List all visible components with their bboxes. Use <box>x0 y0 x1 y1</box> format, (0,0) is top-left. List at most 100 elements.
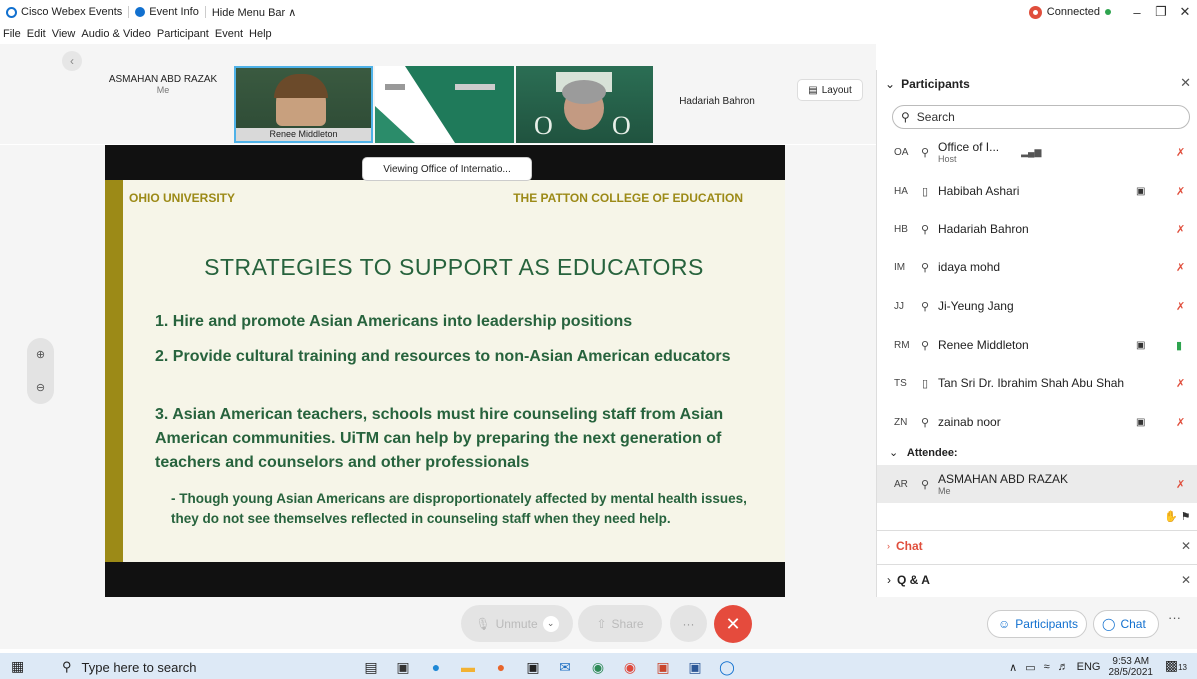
info-icon <box>135 7 146 17</box>
chevron-down-icon: ⌄ <box>889 447 899 459</box>
participant-row[interactable]: HB ⚲ Hadariah Bahron ✗ <box>877 210 1197 248</box>
store-icon[interactable]: ▣ <box>392 656 414 678</box>
audio-icon: ⚲ <box>920 300 930 313</box>
raise-hand-icon[interactable]: ✋ ⚑ <box>1164 510 1191 523</box>
participant-row[interactable]: RM ⚲ Renee Middleton ▣ ▮ <box>877 326 1197 364</box>
connection-status[interactable]: Connected <box>1028 5 1111 19</box>
layout-button[interactable]: ▤ Layout <box>797 79 863 101</box>
chevron-down-icon[interactable]: ⌄ <box>542 615 559 632</box>
amazon-icon[interactable]: ▣ <box>522 656 544 678</box>
tray-chevron-up-icon[interactable]: ∧ <box>1009 661 1017 674</box>
firefox-icon[interactable]: ● <box>490 656 512 678</box>
minimize-button[interactable]: – <box>1125 0 1149 24</box>
mic-muted-icon: ✗ <box>1176 261 1186 274</box>
notification-center-icon[interactable]: ▩13 <box>1165 657 1187 674</box>
participant-row[interactable]: JJ ⚲ Ji-Yeung Jang ✗ <box>877 287 1197 325</box>
windows-start-icon[interactable]: ▦ <box>11 658 24 675</box>
layout-icon: ▤ <box>808 84 818 96</box>
webex-taskbar-icon[interactable]: ◯ <box>716 656 738 678</box>
word-icon[interactable]: ▣ <box>684 656 706 678</box>
event-info-button[interactable]: Event Info <box>129 0 205 24</box>
share-button[interactable]: ⇧ Share <box>578 605 662 642</box>
participants-button[interactable]: ☺ Participants <box>987 610 1087 638</box>
menu-file[interactable]: File <box>0 28 24 40</box>
active-speaker-tile[interactable]: Renee Middleton <box>234 66 373 143</box>
avatar: HB <box>894 223 908 235</box>
phone-icon: ▯ <box>921 185 929 198</box>
viewing-label: Viewing Office of Internatio... <box>362 157 532 181</box>
participant-tile-hadariah[interactable]: Hadariah Bahron <box>655 66 779 143</box>
menu-audio-video[interactable]: Audio & Video <box>78 28 154 40</box>
close-icon: ✕ <box>725 613 741 634</box>
grammarly-icon[interactable]: ◉ <box>587 656 609 678</box>
more-panels-button[interactable]: ··· <box>1168 610 1181 625</box>
menu-participant[interactable]: Participant <box>154 28 212 40</box>
participants-panel-header[interactable]: ⌄ Participants <box>885 73 1197 95</box>
close-chat-icon[interactable]: ✕ <box>1181 539 1191 553</box>
leave-meeting-button[interactable]: ✕ <box>714 605 752 643</box>
mic-muted-icon: ✗ <box>1176 146 1186 159</box>
self-video-tile[interactable]: ASMAHAN ABD RAZAK Me <box>94 66 232 116</box>
restore-button[interactable]: ❐ <box>1149 0 1173 24</box>
participant-row[interactable]: IM ⚲ idaya mohd ✗ <box>877 248 1197 286</box>
slide-header-right: THE PATTON COLLEGE OF EDUCATION <box>513 191 743 205</box>
mail-icon[interactable]: ✉ <box>554 656 576 678</box>
mic-muted-icon: ✗ <box>1176 377 1186 390</box>
svg-text:O: O <box>612 111 631 140</box>
edge-icon[interactable]: ● <box>425 656 447 678</box>
slide-point-2: 2. Provide cultural training and resourc… <box>155 348 731 365</box>
chrome-icon[interactable]: ◉ <box>619 656 641 678</box>
participant-row[interactable]: OA ⚲ Office of I... Host ▂▄▆ ✗ <box>877 133 1197 171</box>
presentation-slide: OHIO UNIVERSITY THE PATTON COLLEGE OF ED… <box>105 180 785 562</box>
close-panel-button[interactable]: ✕ <box>1180 75 1191 91</box>
mic-muted-icon: ✗ <box>1176 478 1186 491</box>
shared-slide-tile[interactable] <box>375 66 514 143</box>
chat-button[interactable]: ◯ Chat <box>1093 610 1159 638</box>
host-video-tile[interactable]: O O <box>516 66 653 143</box>
search-icon: ⚲ <box>62 659 72 674</box>
slide-thumbnail-icon <box>375 66 514 143</box>
video-prev-button[interactable]: ‹ <box>62 51 82 71</box>
volume-icon[interactable]: ♬ <box>1058 661 1069 673</box>
connection-icon <box>1028 5 1042 19</box>
qa-section[interactable]: › Q & A ✕ <box>877 564 1197 594</box>
chat-section[interactable]: › Chat ✕ <box>877 530 1197 560</box>
participant-row[interactable]: TS ▯ Tan Sri Dr. Ibrahim Shah Abu Shah ✗ <box>877 364 1197 402</box>
participant-row[interactable]: HA ▯ Habibah Ashari ▣ ✗ <box>877 172 1197 210</box>
menu-help[interactable]: Help <box>246 28 275 40</box>
clock[interactable]: 9:53 AM 28/5/2021 <box>1109 656 1154 678</box>
zoom-controls: ⊕ ⊖ <box>27 338 54 404</box>
app-title: Cisco Webex Events <box>0 0 128 24</box>
ohio-logo-icon: O O <box>534 72 631 140</box>
participant-row[interactable]: ZN ⚲ zainab noor ▣ ✗ <box>877 403 1197 441</box>
participant-search-input[interactable]: ⚲ Search <box>892 105 1190 129</box>
avatar: JJ <box>894 300 904 312</box>
attendee-section-header[interactable]: ⌄ Attendee: <box>889 446 958 459</box>
hide-menu-bar-button[interactable]: Hide Menu Bar ∧ <box>206 0 302 24</box>
battery-icon[interactable]: ▭ <box>1025 661 1035 674</box>
zoom-out-icon[interactable]: ⊖ <box>36 381 45 394</box>
language-indicator[interactable]: ENG <box>1077 661 1101 673</box>
close-window-button[interactable]: ✕ <box>1173 0 1197 24</box>
unmute-button[interactable]: 🎙 Unmute ⌄ <box>461 605 573 642</box>
file-explorer-icon[interactable]: ▬ <box>457 656 479 678</box>
mic-muted-icon: ✗ <box>1176 416 1186 429</box>
attendee-row[interactable]: AR ⚲ ASMAHAN ABD RAZAK Me ✗ <box>877 465 1197 503</box>
powerpoint-icon[interactable]: ▣ <box>652 656 674 678</box>
speaker-hair-icon <box>274 74 328 98</box>
menu-event[interactable]: Event <box>212 28 246 40</box>
menu-edit[interactable]: Edit <box>24 28 49 40</box>
mic-muted-icon: 🎙 <box>475 616 491 631</box>
mic-muted-icon: ✗ <box>1176 185 1186 198</box>
avatar: OA <box>894 146 909 158</box>
mic-muted-icon: ✗ <box>1176 300 1186 313</box>
menu-view[interactable]: View <box>49 28 79 40</box>
task-view-icon[interactable]: ▤ <box>360 656 382 678</box>
phone-icon: ▯ <box>921 377 929 390</box>
close-qa-icon[interactable]: ✕ <box>1181 573 1191 587</box>
taskbar-search[interactable]: ⚲ Type here to search <box>62 656 196 678</box>
more-options-button[interactable]: ··· <box>670 605 707 642</box>
zoom-in-icon[interactable]: ⊕ <box>36 348 45 361</box>
wifi-icon[interactable]: ≈ <box>1044 661 1050 673</box>
svg-text:O: O <box>534 111 553 140</box>
